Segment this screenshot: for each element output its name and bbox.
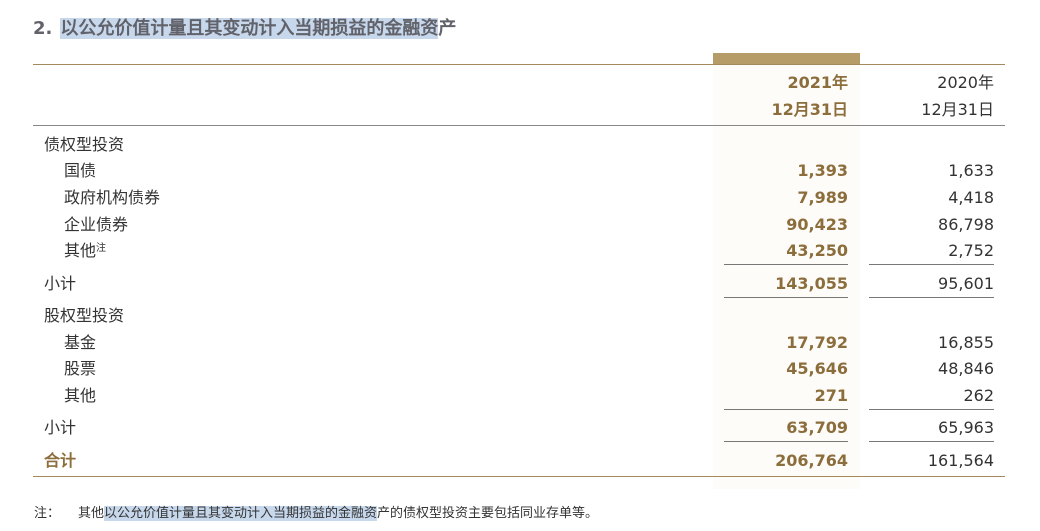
table-row: 债权型投资	[0, 132, 1040, 158]
value-2021: 90,423	[786, 215, 848, 234]
value-2021: 206,764	[775, 451, 848, 470]
column-2021-accent-bar	[713, 53, 860, 64]
table-row: 其他 271 262	[0, 383, 1040, 409]
header-2021-date: 12月31日	[771, 100, 848, 119]
footnote-selected-text[interactable]: 以公允价值计量且其变动计入当期损益的金融资	[104, 506, 378, 521]
value-2020: 16,855	[938, 333, 994, 352]
row-label: 合计	[44, 451, 77, 470]
section-title: 2. 以公允价值计量且其变动计入当期损益的金融资产	[33, 14, 456, 40]
subtotal-1-bottom-rule-2020	[869, 297, 994, 298]
table-row: 政府机构债券 7,989 4,418	[0, 185, 1040, 211]
subtotal-1-bottom-rule-2021	[724, 297, 848, 298]
section-number: 2.	[33, 18, 53, 39]
row-label: 股权型投资	[44, 306, 125, 325]
header-2020-year: 2020年	[937, 73, 994, 92]
row-label: 股票	[64, 359, 97, 378]
subtotal-2-bottom-rule-2021	[724, 441, 848, 442]
row-label: 其他	[64, 386, 97, 405]
section-title-selected-text[interactable]: 以公允价值计量且其变动计入当期损益的金融资	[60, 18, 439, 39]
row-label: 小计	[44, 418, 77, 437]
value-2020: 1,633	[948, 161, 994, 180]
value-2021: 63,709	[786, 418, 848, 437]
table-row: 基金 17,792 16,855	[0, 330, 1040, 356]
table-row: 其他注 43,250 2,752	[0, 238, 1040, 264]
value-2020: 2,752	[948, 241, 994, 260]
row-label: 基金	[64, 333, 97, 352]
header-2020-date: 12月31日	[921, 100, 994, 119]
value-2020: 161,564	[927, 451, 994, 470]
value-2020: 86,798	[938, 215, 994, 234]
value-2021: 45,646	[786, 359, 848, 378]
table-row: 国债 1,393 1,633	[0, 158, 1040, 184]
subtotal-1-top-rule-2021	[724, 264, 848, 265]
row-label: 其他	[64, 241, 97, 260]
row-label: 国债	[64, 161, 97, 180]
value-2021: 7,989	[797, 188, 848, 207]
row-label-wrap: 其他注	[64, 238, 106, 264]
value-2020: 4,418	[948, 188, 994, 207]
table-row: 企业债券 90,423 86,798	[0, 212, 1040, 238]
row-label: 政府机构债券	[64, 188, 161, 207]
subtotal-2-top-rule-2021	[724, 409, 848, 410]
value-2021: 271	[814, 386, 848, 405]
value-2020: 48,846	[938, 359, 994, 378]
footnote-prefix: 其他	[78, 506, 105, 521]
table-row: 小计 143,055 95,601	[0, 271, 1040, 297]
subtotal-2-top-rule-2020	[869, 409, 994, 410]
table-row: 小计 63,709 65,963	[0, 415, 1040, 441]
table-row: 股权型投资	[0, 303, 1040, 329]
value-2020: 262	[963, 386, 994, 405]
table-row: 合计 206,764 161,564	[0, 448, 1040, 474]
footnote-suffix: 产的债权型投资主要包括同业存单等。	[377, 506, 599, 521]
value-2020: 95,601	[938, 274, 994, 293]
note-marker: 注	[96, 243, 107, 254]
header-bottom-rule	[33, 125, 1005, 126]
value-2021: 43,250	[786, 241, 848, 260]
value-2021: 17,792	[786, 333, 848, 352]
subtotal-2-bottom-rule-2020	[869, 441, 994, 442]
footnote: 注： 其他以公允价值计量且其变动计入当期损益的金融资产的债权型投资主要包括同业存单…	[34, 502, 598, 521]
value-2021: 143,055	[775, 274, 848, 293]
table-top-rule	[33, 64, 1005, 65]
footnote-label: 注：	[34, 506, 61, 521]
value-2020: 65,963	[938, 418, 994, 437]
header-2021-year: 2021年	[787, 73, 848, 92]
table-row: 股票 45,646 48,846	[0, 356, 1040, 382]
value-2021: 1,393	[797, 161, 848, 180]
table-bottom-rule	[33, 476, 1005, 477]
row-label: 债权型投资	[44, 135, 125, 154]
subtotal-1-top-rule-2020	[869, 264, 994, 265]
row-label: 企业债券	[64, 215, 129, 234]
section-title-tail: 产	[438, 18, 457, 39]
row-label: 小计	[44, 274, 77, 293]
